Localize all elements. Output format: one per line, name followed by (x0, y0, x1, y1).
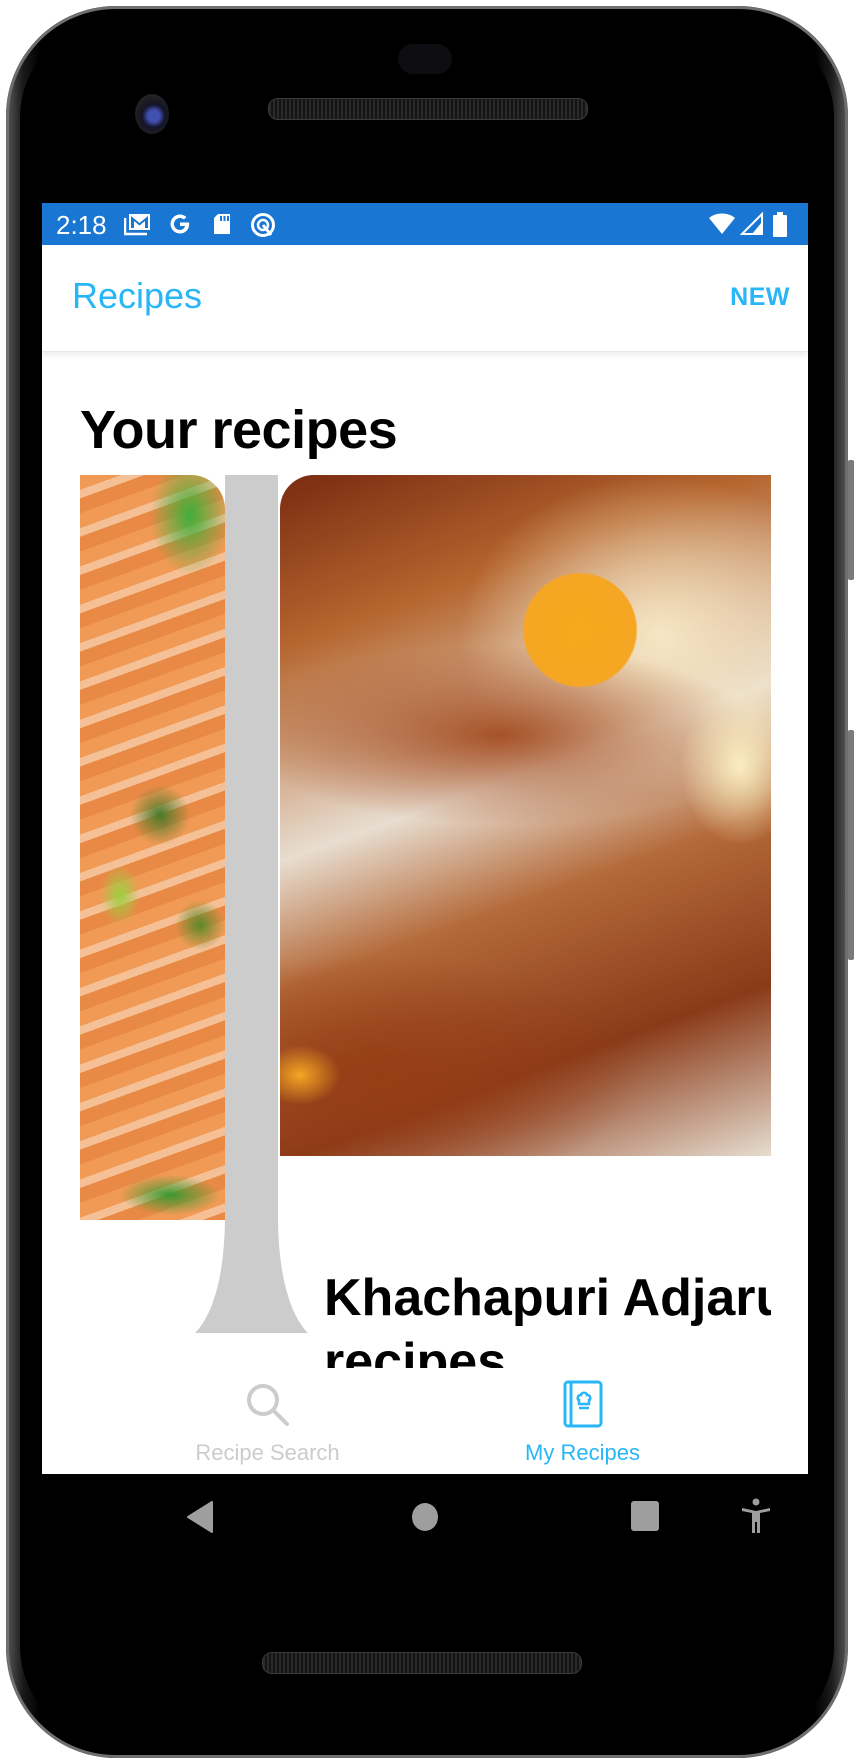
battery-icon (773, 212, 787, 237)
system-navigation-bar (0, 1474, 856, 1554)
home-button[interactable] (410, 1501, 440, 1533)
cell-signal-icon (740, 212, 763, 235)
status-time: 2:18 (56, 210, 107, 240)
data-saver-icon (251, 213, 275, 237)
bottom-speaker (262, 1652, 582, 1674)
khachapuri-image[interactable] (280, 475, 771, 1156)
status-bar: 2:18 (42, 203, 808, 245)
google-icon (170, 214, 190, 234)
front-camera (135, 94, 169, 134)
volume-button (848, 460, 854, 580)
gmail-icon (124, 214, 150, 236)
tab-label: My Recipes (525, 1440, 640, 1465)
screen: 2:18 Recipes NEW Your recipes Khachapuri… (42, 203, 808, 1474)
new-recipe-button[interactable]: NEW (730, 283, 790, 312)
sd-card-icon (214, 214, 230, 234)
recipe-book-icon (563, 1380, 602, 1428)
back-button[interactable] (186, 1500, 216, 1534)
tab-my-recipes[interactable]: My Recipes (391, 1368, 774, 1474)
top-speaker (268, 98, 588, 120)
accessibility-button[interactable] (740, 1498, 772, 1534)
recipe-title-line1: Khachapuri Adjaru (324, 1269, 771, 1327)
section-title: Your recipes (80, 400, 398, 460)
recents-button[interactable] (630, 1500, 660, 1532)
power-button (848, 730, 854, 960)
wifi-icon (709, 213, 735, 234)
page-title: Recipes (72, 275, 203, 316)
proximity-sensor (398, 44, 452, 74)
app-header: Recipes NEW (42, 245, 808, 352)
search-icon (246, 1384, 289, 1426)
bottom-navigation: Recipe Search My Recipes (42, 1368, 808, 1474)
